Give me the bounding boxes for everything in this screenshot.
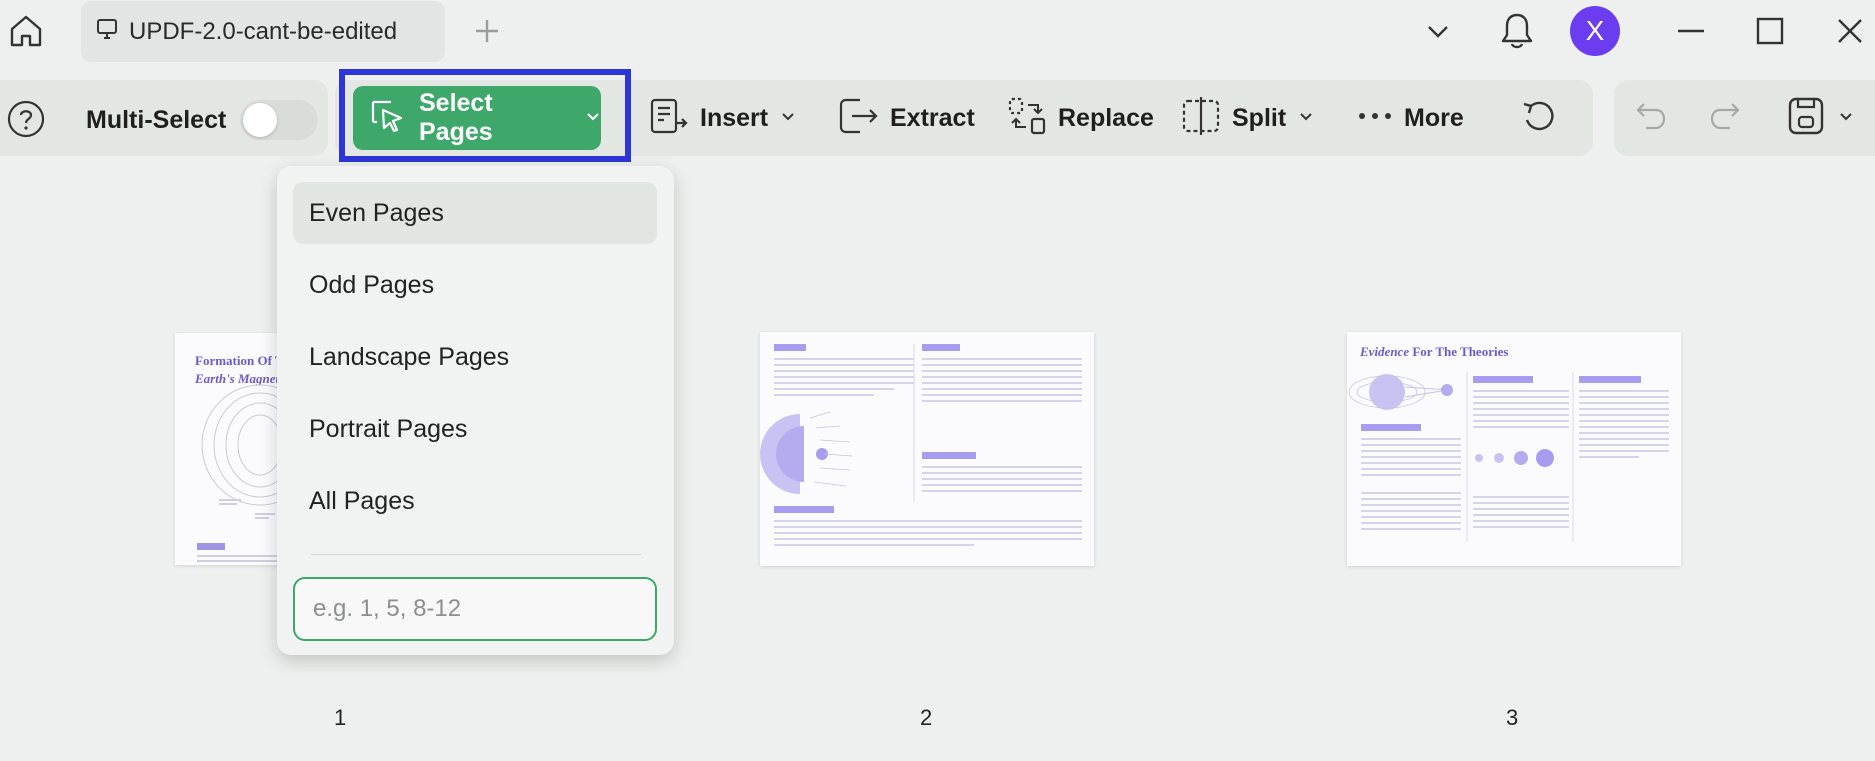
more-button[interactable]: More <box>1356 92 1464 144</box>
chevron-down-icon <box>585 108 601 129</box>
page-thumbnail[interactable]: Evidence For The Theories <box>1347 332 1681 566</box>
insert-button[interactable]: Insert <box>648 92 796 144</box>
more-dots-icon <box>1356 106 1394 131</box>
replace-icon <box>1006 95 1048 142</box>
add-tab-plus-icon[interactable] <box>470 10 504 52</box>
menu-item-odd-pages[interactable]: Odd Pages <box>293 254 657 316</box>
split-icon <box>1180 95 1222 142</box>
close-icon[interactable] <box>1830 8 1870 54</box>
extract-button[interactable]: Extract <box>836 92 975 144</box>
select-pages-label: Select Pages <box>419 89 493 146</box>
redo-button[interactable] <box>1706 92 1742 144</box>
save-icon <box>1786 95 1826 142</box>
minimize-icon[interactable] <box>1673 8 1709 54</box>
maximize-icon[interactable] <box>1750 8 1790 54</box>
select-pages-menu: Even Pages Odd Pages Landscape Pages Por… <box>277 166 674 655</box>
page-number: 2 <box>920 705 933 730</box>
undo-icon <box>1634 98 1670 139</box>
save-button[interactable] <box>1786 92 1854 144</box>
chevron-down-icon[interactable] <box>1418 8 1458 54</box>
split-label: Split <box>1232 103 1287 132</box>
document-tab-title: UPDF-2.0-cant-be-edited <box>129 17 398 45</box>
title-bar: UPDF-2.0-cant-be-edited X <box>0 0 1875 62</box>
notification-bell-icon[interactable] <box>1495 8 1539 54</box>
extract-icon <box>836 95 880 142</box>
chevron-down-icon <box>780 108 796 129</box>
user-avatar[interactable]: X <box>1570 6 1620 56</box>
menu-divider <box>311 554 641 555</box>
menu-item-landscape-pages[interactable]: Landscape Pages <box>293 326 657 388</box>
undo-button[interactable] <box>1634 92 1670 144</box>
menu-item-portrait-pages[interactable]: Portrait Pages <box>293 398 657 460</box>
menu-item-even-pages[interactable]: Even Pages <box>293 182 657 244</box>
insert-icon <box>648 95 690 142</box>
page-thumbnail[interactable]: Formation Of T Earth's Magnet <box>175 333 285 565</box>
help-icon[interactable] <box>6 99 46 139</box>
page-content-art <box>760 344 1082 546</box>
monitor-icon <box>95 17 119 46</box>
page-content-art <box>1348 372 1669 542</box>
toggle-knob <box>243 103 277 137</box>
multi-select-label: Multi-Select <box>86 106 227 134</box>
cursor-select-icon <box>367 96 407 141</box>
page-number: 1 <box>334 705 347 730</box>
multi-select-toggle[interactable] <box>240 100 318 140</box>
rotate-icon <box>1518 95 1560 142</box>
chevron-down-icon <box>1298 108 1314 129</box>
extract-label: Extract <box>890 103 975 132</box>
rotate-button[interactable] <box>1518 92 1560 144</box>
page-number: 3 <box>1506 705 1519 730</box>
more-label: More <box>1404 103 1464 132</box>
replace-button[interactable]: Replace <box>1006 92 1154 144</box>
page-title: Formation Of T <box>195 353 284 368</box>
page-range-input[interactable] <box>293 577 657 641</box>
redo-icon <box>1706 98 1742 139</box>
select-pages-button[interactable]: Select Pages <box>353 86 601 150</box>
split-button[interactable]: Split <box>1180 92 1314 144</box>
home-icon[interactable] <box>4 10 48 52</box>
insert-label: Insert <box>700 103 769 132</box>
replace-label: Replace <box>1058 103 1154 132</box>
menu-item-all-pages[interactable]: All Pages <box>293 470 657 532</box>
chevron-down-icon[interactable] <box>1838 108 1854 129</box>
page-thumbnail[interactable] <box>760 332 1094 566</box>
page-content-art <box>197 384 285 562</box>
document-tab[interactable]: UPDF-2.0-cant-be-edited <box>81 1 445 62</box>
